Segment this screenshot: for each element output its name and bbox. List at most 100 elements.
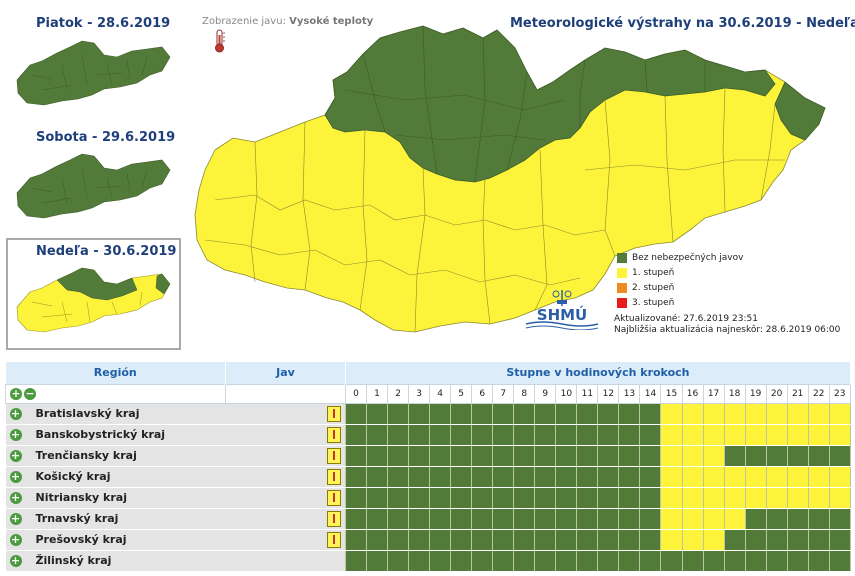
- expand-all-icon[interactable]: +: [10, 387, 22, 400]
- hour-cell: [492, 402, 515, 425]
- hour-cell: [513, 402, 536, 425]
- legend-item: 3. stupeň: [617, 295, 743, 310]
- hour-cell: [408, 423, 431, 446]
- hour-cell: [828, 423, 851, 446]
- hour-cell: [576, 423, 599, 446]
- hour-cell: [723, 507, 746, 530]
- region-cell[interactable]: + Trenčiansky kraj: [5, 445, 226, 467]
- shmu-logo[interactable]: SHMÚ: [522, 288, 602, 330]
- hour-cell: [366, 444, 389, 467]
- hour-cell: [344, 549, 368, 572]
- expand-icon[interactable]: +: [9, 513, 22, 525]
- day-title-saturday[interactable]: Sobota - 29.6.2019: [36, 130, 175, 145]
- hour-label: 23: [828, 383, 851, 404]
- hour-cell: [723, 402, 746, 425]
- high-temperature-icon[interactable]: [327, 426, 341, 443]
- hour-cell: [744, 507, 767, 530]
- mini-map-friday[interactable]: [12, 35, 172, 110]
- hour-cell: [344, 444, 368, 467]
- hour-cell: [639, 402, 662, 425]
- region-cell[interactable]: + Nitriansky kraj: [5, 487, 226, 509]
- hour-cell: [807, 486, 830, 509]
- hour-cell: [534, 423, 557, 446]
- expand-icon[interactable]: +: [9, 471, 22, 483]
- region-cell[interactable]: + Žilinský kraj: [5, 550, 226, 572]
- hour-cell: [828, 444, 851, 467]
- hour-cell: [344, 465, 368, 488]
- region-name: Nitriansky kraj: [35, 491, 127, 504]
- hour-cell: [660, 549, 683, 572]
- hour-cell: [681, 423, 704, 446]
- region-row: + Košický kraj: [5, 465, 851, 488]
- hour-cell: [513, 507, 536, 530]
- hour-cell: [408, 486, 431, 509]
- hour-cell: [471, 465, 494, 488]
- hour-cell: [429, 423, 452, 446]
- hour-label: 20: [765, 383, 788, 404]
- legend-swatch: [617, 267, 627, 278]
- high-temperature-icon[interactable]: [327, 447, 341, 464]
- hour-cell: [450, 486, 473, 509]
- header-steps: Stupne v hodinových krokoch: [345, 362, 851, 384]
- hour-cell: [681, 444, 704, 467]
- hour-cell: [534, 486, 557, 509]
- header-region: Región: [5, 362, 226, 384]
- hour-cell: [555, 549, 578, 572]
- hour-cell: [702, 423, 725, 446]
- hour-cell: [807, 444, 830, 467]
- region-cell[interactable]: + Prešovský kraj: [5, 529, 226, 551]
- hour-cell: [681, 465, 704, 488]
- hour-label: 10: [555, 383, 578, 404]
- jav-cell: [225, 403, 346, 425]
- hour-cell: [387, 465, 410, 488]
- day-title-sunday[interactable]: Nedeľa - 30.6.2019: [36, 244, 176, 259]
- expand-icon[interactable]: +: [9, 534, 22, 546]
- expand-icon[interactable]: +: [9, 555, 22, 567]
- hour-cell: [576, 486, 599, 509]
- region-row: + Nitriansky kraj: [5, 486, 851, 509]
- hour-cell: [344, 486, 368, 509]
- high-temperature-icon[interactable]: [327, 510, 341, 527]
- hour-cell: [744, 549, 767, 572]
- high-temperature-icon[interactable]: [327, 489, 341, 506]
- jav-cell: [225, 508, 346, 530]
- collapse-all-icon[interactable]: −: [24, 387, 36, 400]
- hour-cell: [702, 465, 725, 488]
- expand-icon[interactable]: +: [9, 450, 22, 462]
- day-title-friday[interactable]: Piatok - 28.6.2019: [36, 16, 170, 31]
- hour-cell: [492, 528, 515, 551]
- high-temperature-icon[interactable]: [327, 468, 341, 485]
- region-cell[interactable]: + Banskobystrický kraj: [5, 424, 226, 446]
- hour-cell: [702, 549, 725, 572]
- hour-label: 5: [450, 383, 473, 404]
- svg-text:SHMÚ: SHMÚ: [537, 305, 587, 324]
- hour-cell: [681, 549, 704, 572]
- hour-label: 8: [513, 383, 536, 404]
- hour-label: 21: [786, 383, 809, 404]
- hour-cell: [534, 444, 557, 467]
- expand-icon[interactable]: +: [9, 429, 22, 441]
- hour-cell: [618, 528, 641, 551]
- hour-cell: [702, 528, 725, 551]
- region-cell[interactable]: + Košický kraj: [5, 466, 226, 488]
- region-name: Prešovský kraj: [35, 533, 127, 546]
- mini-map-sunday[interactable]: [12, 262, 172, 337]
- legend-swatch: [617, 282, 627, 293]
- high-temperature-icon[interactable]: [327, 405, 341, 422]
- hour-label: 15: [660, 383, 683, 404]
- hour-cell: [492, 444, 515, 467]
- expand-collapse-all[interactable]: + −: [5, 383, 226, 404]
- hour-cell: [408, 444, 431, 467]
- hour-cell: [786, 444, 809, 467]
- region-cell[interactable]: + Trnavský kraj: [5, 508, 226, 530]
- hour-cell: [344, 507, 368, 530]
- hour-cell: [534, 465, 557, 488]
- expand-icon[interactable]: +: [9, 408, 22, 420]
- expand-icon[interactable]: +: [9, 492, 22, 504]
- hour-cell: [807, 528, 830, 551]
- mini-map-saturday[interactable]: [12, 148, 172, 223]
- high-temperature-icon[interactable]: [327, 531, 341, 548]
- region-row: + Žilinský kraj: [5, 549, 851, 572]
- hour-cell: [723, 486, 746, 509]
- region-cell[interactable]: + Bratislavský kraj: [5, 403, 226, 425]
